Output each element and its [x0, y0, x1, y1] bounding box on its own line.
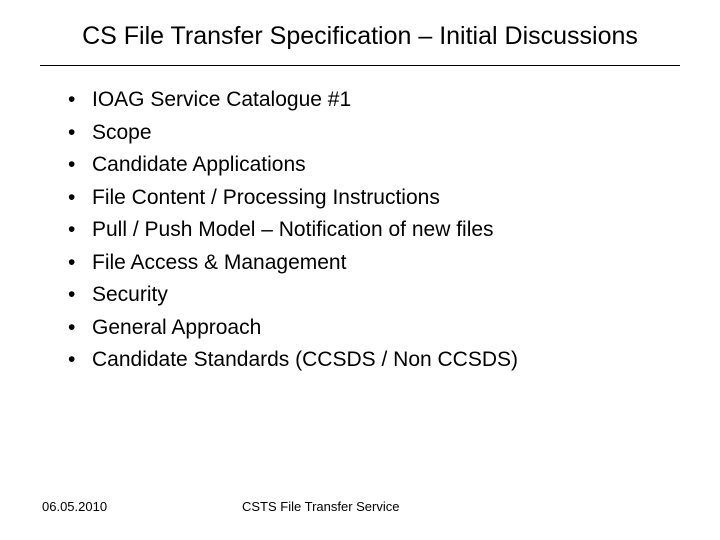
- list-item: Candidate Standards (CCSDS / Non CCSDS): [68, 344, 680, 377]
- list-item: Pull / Push Model – Notification of new …: [68, 214, 680, 247]
- footer-service-title: CSTS File Transfer Service: [242, 499, 400, 514]
- list-item: File Access & Management: [68, 247, 680, 280]
- slide-content: IOAG Service Catalogue #1 Scope Candidat…: [40, 84, 680, 377]
- slide-title: CS File Transfer Specification – Initial…: [40, 22, 680, 66]
- list-item: IOAG Service Catalogue #1: [68, 84, 680, 117]
- list-item: Security: [68, 279, 680, 312]
- list-item: Candidate Applications: [68, 149, 680, 182]
- list-item: General Approach: [68, 312, 680, 345]
- list-item: Scope: [68, 117, 680, 150]
- footer-date: 06.05.2010: [42, 499, 107, 514]
- slide: CS File Transfer Specification – Initial…: [0, 0, 720, 540]
- bullet-list: IOAG Service Catalogue #1 Scope Candidat…: [68, 84, 680, 377]
- list-item: File Content / Processing Instructions: [68, 182, 680, 215]
